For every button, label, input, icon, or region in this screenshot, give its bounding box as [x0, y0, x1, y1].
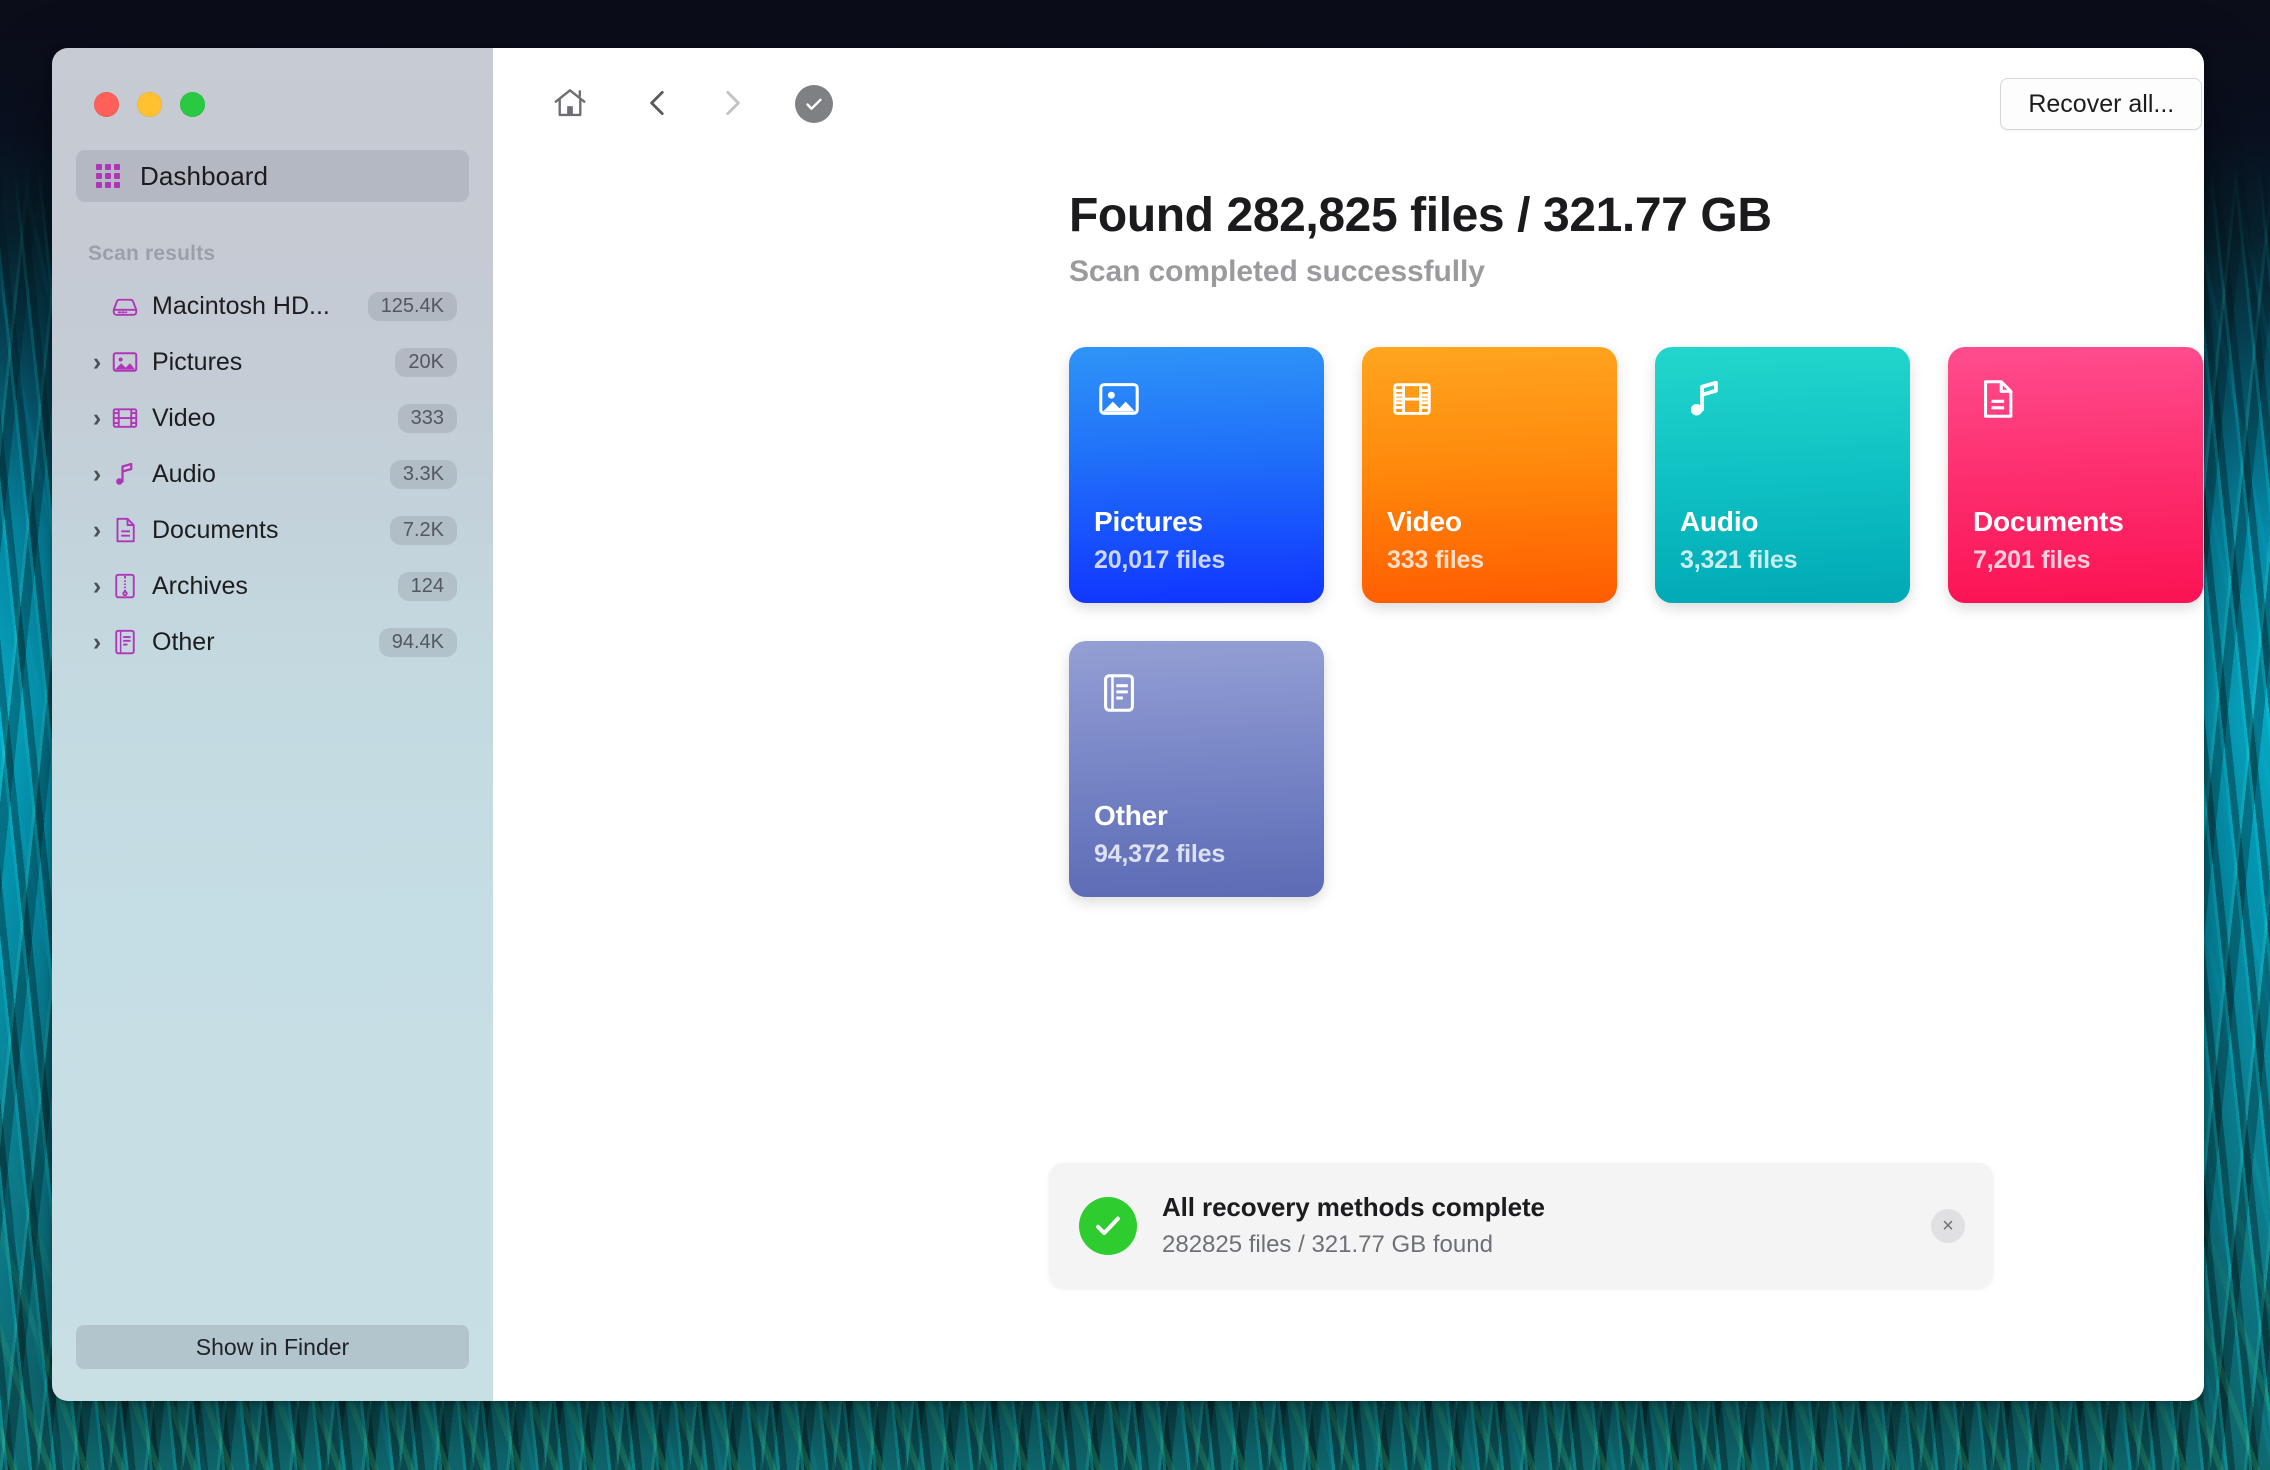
window-traffic-lights [52, 48, 493, 117]
tile-count: 333 files [1387, 546, 1484, 574]
chevron-right-icon [715, 86, 749, 123]
sidebar-item-label: Documents [152, 515, 279, 544]
tile-count: 7,201 files [1973, 546, 2091, 574]
toast-subtitle: 282825 files / 321.77 GB found [1162, 1231, 1493, 1258]
close-icon[interactable]: × [1931, 1208, 1965, 1243]
sidebar-item-label: Audio [152, 459, 216, 488]
film-icon [1386, 373, 1438, 425]
recover-all-button[interactable]: Recover all... [2000, 78, 2203, 130]
sidebar-item-badge: 333 [397, 403, 457, 433]
tile-count: 20,017 files [1094, 546, 1226, 574]
sidebar-item-badge: 94.4K [378, 627, 457, 657]
success-check-icon [1079, 1196, 1137, 1255]
tile-other[interactable]: Other 94,372 files [1069, 641, 1324, 897]
sidebar-item-badge: 7.2K [389, 515, 457, 545]
sidebar-item-video[interactable]: › Video 333 [76, 390, 469, 446]
sidebar-item-badge: 20K [395, 347, 457, 377]
sidebar-footer: Show in Finder [52, 1325, 493, 1401]
category-tiles: Pictures 20,017 files Video 333 files Au… [1069, 347, 2204, 897]
tile-pictures[interactable]: Pictures 20,017 files [1069, 347, 1324, 603]
sidebar-section-title: Scan results [88, 242, 216, 265]
film-icon [108, 403, 142, 433]
sidebar-item-label: Macintosh HD... [152, 291, 330, 320]
sidebar-nav-top: Dashboard [52, 117, 493, 202]
tile-name: Other [1094, 800, 1168, 831]
tile-name: Pictures [1094, 506, 1203, 537]
other-file-icon [1093, 667, 1145, 719]
forward-button[interactable] [703, 75, 761, 133]
picture-icon [108, 347, 142, 377]
document-icon [1972, 373, 2024, 425]
tile-text: Other 94,372 files [1094, 800, 1225, 869]
chevron-right-icon[interactable]: › [86, 349, 108, 375]
headline-area: Found 282,825 files / 321.77 GB Scan com… [493, 160, 2204, 289]
scan-results-list: › Macintosh HD... 125.4K › [52, 266, 493, 670]
tile-text: Pictures 20,017 files [1094, 506, 1225, 575]
tile-audio[interactable]: Audio 3,321 files [1655, 347, 1910, 603]
check-circle-icon [795, 85, 833, 123]
grid-icon [96, 164, 120, 188]
sidebar: Dashboard Scan results › Macintosh HD...… [52, 48, 493, 1401]
sidebar-item-documents[interactable]: › Documents 7.2K [76, 502, 469, 558]
page-subtitle: Scan completed successfully [1069, 255, 1485, 288]
show-in-finder-button[interactable]: Show in Finder [76, 1325, 469, 1369]
sidebar-item-badge: 3.3K [389, 459, 457, 489]
tile-text: Video 333 files [1387, 506, 1484, 575]
sidebar-item-label: Archives [152, 571, 248, 600]
tile-video[interactable]: Video 333 files [1362, 347, 1617, 603]
home-icon [551, 84, 589, 125]
tile-text: Documents 7,201 files [1973, 506, 2124, 575]
back-button[interactable] [629, 75, 687, 133]
tile-text: Audio 3,321 files [1680, 506, 1798, 575]
sidebar-item-dashboard-label: Dashboard [140, 160, 269, 191]
chevron-right-icon[interactable]: › [86, 517, 108, 543]
tile-count: 94,372 files [1094, 840, 1226, 868]
zoom-window-button[interactable] [180, 92, 205, 117]
notification-toast: All recovery methods complete 282825 fil… [1049, 1163, 1993, 1288]
sidebar-item-audio[interactable]: › Audio 3.3K [76, 446, 469, 502]
home-button[interactable] [541, 75, 599, 133]
content-area: Recover all... Review found items Found … [493, 48, 2204, 1401]
chevron-right-icon[interactable]: › [86, 573, 108, 599]
tile-name: Video [1387, 506, 1462, 537]
sidebar-item-badge: 125.4K [367, 291, 457, 321]
close-window-button[interactable] [94, 92, 119, 117]
zip-icon [108, 571, 142, 601]
other-file-icon [108, 627, 142, 657]
sidebar-item-label: Other [152, 627, 215, 656]
page-title: Found 282,825 files / 321.77 GB [1069, 189, 1772, 242]
app-window: Dashboard Scan results › Macintosh HD...… [52, 48, 2204, 1401]
tile-documents[interactable]: Documents 7,201 files [1948, 347, 2203, 603]
tile-name: Documents [1973, 506, 2124, 537]
chevron-right-icon[interactable]: › [86, 629, 108, 655]
picture-icon [1093, 373, 1145, 425]
music-note-icon [1679, 373, 1731, 425]
sidebar-item-other[interactable]: › Other 94.4K [76, 614, 469, 670]
sidebar-item-label: Video [152, 403, 216, 432]
toolbar: Recover all... Review found items [493, 48, 2204, 160]
chevron-right-icon[interactable]: › [86, 405, 108, 431]
scan-status-button[interactable] [785, 75, 843, 133]
tile-count: 3,321 files [1680, 546, 1798, 574]
toast-text: All recovery methods complete 282825 fil… [1162, 1192, 1545, 1259]
sidebar-item-label: Pictures [152, 347, 243, 376]
minimize-window-button[interactable] [137, 92, 162, 117]
toast-title: All recovery methods complete [1162, 1192, 1545, 1222]
sidebar-item-archives[interactable]: › Archives 124 [76, 558, 469, 614]
chevron-left-icon [641, 86, 675, 123]
document-icon [108, 515, 142, 545]
sidebar-item-dashboard[interactable]: Dashboard [76, 150, 469, 202]
sidebar-item-badge: 124 [397, 571, 457, 601]
chevron-right-icon[interactable]: › [86, 461, 108, 487]
sidebar-item-macintosh-hd[interactable]: › Macintosh HD... 125.4K [76, 278, 469, 334]
desktop-background: Dashboard Scan results › Macintosh HD...… [0, 0, 2270, 1470]
sidebar-item-pictures[interactable]: › Pictures 20K [76, 334, 469, 390]
harddisk-icon [108, 291, 142, 321]
tile-name: Audio [1680, 506, 1759, 537]
music-note-icon [108, 459, 142, 489]
